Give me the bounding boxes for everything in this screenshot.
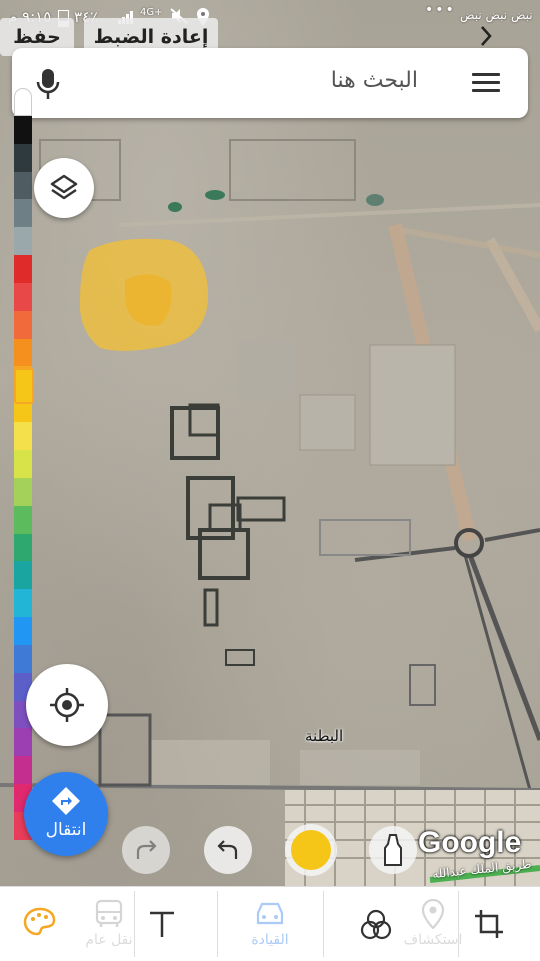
nav-crop[interactable] (460, 887, 520, 961)
current-color-button[interactable] (285, 824, 337, 876)
place-label[interactable]: البطنة (305, 727, 343, 745)
chevron-right-icon[interactable] (478, 24, 494, 48)
search-bar[interactable]: البحث هنا (12, 48, 528, 118)
directions-icon (52, 787, 80, 815)
nav-text[interactable] (134, 887, 190, 961)
navigate-button[interactable]: انتقال (24, 772, 108, 856)
marker-tool-button[interactable] (369, 826, 417, 874)
menu-icon[interactable] (472, 73, 500, 93)
palette-swatch[interactable] (14, 533, 32, 562)
nav-driving[interactable]: القيادة (225, 887, 315, 961)
palette-swatch[interactable] (14, 644, 32, 673)
palette-swatch[interactable] (14, 589, 32, 618)
undo-icon (217, 840, 238, 859)
nav-driving-label: القيادة (251, 932, 289, 948)
palette-selector[interactable] (14, 368, 34, 404)
palette-swatch[interactable] (14, 115, 32, 144)
status-bar: ٩:١٥ م ٣٤٪ 4G+ ••• نبض نبض نبض (0, 0, 540, 36)
palette-swatch[interactable] (14, 449, 32, 478)
my-location-button[interactable] (26, 664, 108, 746)
undo-button[interactable] (204, 826, 252, 874)
car-icon (256, 902, 284, 925)
crop-icon (475, 910, 503, 938)
layers-icon (50, 174, 78, 200)
crosshair-icon (50, 688, 84, 722)
palette-swatch[interactable] (14, 310, 32, 339)
palette-swatch[interactable] (14, 422, 32, 450)
network-type: 4G+ (140, 7, 163, 18)
palette-swatch[interactable] (14, 171, 32, 200)
palette-swatch[interactable] (14, 505, 32, 534)
text-icon (150, 911, 174, 937)
bottom-nav: نقل عام القيادة استكشاف (0, 886, 540, 961)
palette-swatch[interactable] (14, 338, 32, 367)
navigate-label: انتقال (45, 820, 87, 840)
palette-swatch[interactable] (14, 227, 32, 256)
palette-swatch[interactable] (14, 728, 32, 757)
pin-icon (421, 899, 445, 929)
current-color-swatch (291, 830, 331, 870)
google-logo: Google (418, 826, 522, 859)
microphone-icon[interactable] (36, 68, 60, 100)
palette-swatch[interactable] (14, 282, 32, 311)
palette-icon (23, 907, 56, 936)
palette-swatch[interactable] (14, 143, 32, 172)
palette-swatch[interactable] (14, 477, 32, 506)
redo-icon (136, 840, 157, 859)
more-dots: ••• (425, 2, 456, 18)
palette-swatch[interactable] (14, 617, 32, 645)
redo-button[interactable] (122, 826, 170, 874)
marker-icon (384, 834, 402, 866)
notification-text: نبض نبض نبض (460, 8, 533, 22)
palette-swatch[interactable] (14, 255, 32, 283)
bus-icon (95, 899, 123, 927)
palette-swatch[interactable] (14, 88, 32, 116)
search-input[interactable]: البحث هنا (331, 68, 418, 93)
color-palette[interactable] (14, 88, 32, 840)
palette-swatch[interactable] (14, 756, 32, 785)
palette-swatch[interactable] (14, 561, 32, 590)
palette-swatch[interactable] (14, 199, 32, 228)
layers-button[interactable] (34, 158, 94, 218)
